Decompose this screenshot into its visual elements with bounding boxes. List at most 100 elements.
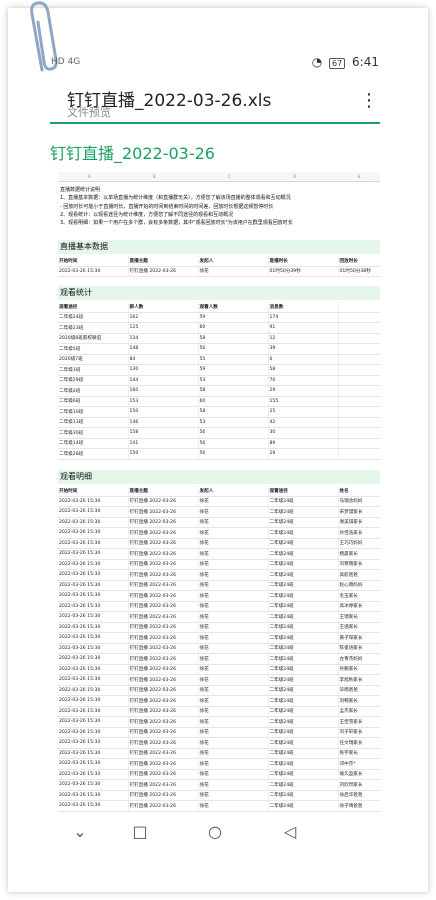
table-cell: 2022-03-26 15:30 <box>58 695 129 707</box>
table-cell: 2022-03-26 15:30 <box>58 601 129 612</box>
table-row: 2022-03-26 15:30 钉钉直播 2022-03-26 徐花 二年级24班孙… <box>58 664 380 675</box>
table-row: 二年级23班 125 60 91 <box>58 322 380 334</box>
table-cell: 150 <box>128 448 199 460</box>
table-row: 2022-03-26 15:30 钉钉直播 2022-03-26 徐花 二年级24班王… <box>58 622 380 633</box>
header-cell: 开始时间 <box>58 256 129 267</box>
table-cell: 二年级24班 <box>268 506 339 518</box>
table-cell: 二年级24班 <box>268 737 339 749</box>
back-triangle-icon[interactable]: ◁ <box>280 822 300 842</box>
table-cell <box>338 364 380 376</box>
col-letter: A <box>88 174 91 179</box>
table-row: 2022-03-26 15:30 钉钉直播 2022-03-26 徐花 二年级24班张… <box>58 748 380 759</box>
file-subtitle: 文件预览 <box>67 106 111 119</box>
table-cell <box>338 417 380 428</box>
table-cell: 91 <box>268 322 339 334</box>
table-row: 2022-03-26 15:30 钉钉直播 2022-03-26 徐花 二年级24班王… <box>58 611 380 623</box>
table-cell: 徐花 <box>198 632 269 644</box>
table-cell: 146 <box>128 417 199 428</box>
table-cell: 二年级24班 <box>268 580 339 591</box>
table-cell: 徐花 <box>198 706 269 717</box>
table-cell: 徐花 <box>198 517 269 528</box>
table-cell: 53 <box>198 375 269 386</box>
table-cell: 2022-03-26 15:30 <box>58 527 129 539</box>
table-cell: 徐花 <box>198 527 269 539</box>
table-cell: 徐花 <box>198 559 269 570</box>
table-cell: 王瑞家长 <box>338 611 380 623</box>
recents-square-icon[interactable]: □ <box>130 822 150 842</box>
table-cell: 王涵家长 <box>338 622 380 633</box>
table-cell: 二年级24班 <box>268 779 339 791</box>
table-cell: 高航爸爸 <box>338 569 380 581</box>
table-cell: 徐花 <box>198 590 269 602</box>
header-cell: 直播时长 <box>268 256 339 267</box>
table-row: 二年级10班 150 58 25 <box>58 406 380 418</box>
note-line: - 回放时长可能小于直播时长，直播开始的时间到结束时间的时间差，回放时长根据这频… <box>60 203 274 210</box>
table-cell: 2022-03-26 15:30 <box>58 569 129 581</box>
status-right: ◔ 67 6:41 <box>312 55 379 69</box>
table-cell: 二年级24班 <box>268 590 339 602</box>
chevron-down-icon[interactable]: ⌄ <box>70 822 90 842</box>
table-cell: 二年级24班 <box>268 800 339 812</box>
table-cell: 杨晨家长 <box>338 548 380 560</box>
spreadsheet-preview[interactable]: A B C D E 直播数据统计说明 1、直播基本数据：以单场直播为统计维度（和… <box>58 172 380 822</box>
home-circle-icon[interactable]: ○ <box>205 822 225 842</box>
table-cell <box>338 427 380 439</box>
table-row: 2022-03-26 15:30 钉钉直播 2022-03-26 徐花 二年级24班谢… <box>58 517 380 528</box>
table-cell: 56 <box>198 438 269 449</box>
table-cell: 2022-03-26 15:30 <box>58 632 129 644</box>
table-cell: 徐花 <box>198 496 269 507</box>
table-cell: 二年级24班 <box>268 569 339 581</box>
header-cell: 观看途径 <box>268 486 339 497</box>
table-cell: 58 <box>198 333 269 344</box>
table-cell: 钉钉直播 2022-03-26 <box>128 611 199 623</box>
table-row: 2022-03-26 15:30 钉钉直播 2022-03-26 徐花 二年级24班王… <box>58 716 380 728</box>
table-cell <box>338 375 380 386</box>
table-cell: 155 <box>268 396 339 407</box>
header-cell: 消息数 <box>268 302 339 313</box>
table-cell: 39 <box>268 343 339 355</box>
table-row: 2022-03-26 15:30 钉钉直播 2022-03-26 徐花 二年级24班高… <box>58 569 380 581</box>
table-cell: 钉钉直播 2022-03-26 <box>128 790 199 801</box>
table-row: 2022-03-26 15:30 钉钉直播 2022-03-26 徐花 二年级24班李… <box>58 674 380 686</box>
note-line: 3、观看明细：如果一个用户在多个群，会有多条数据，其中"观看回放时长"为该用户在… <box>60 220 293 227</box>
table-cell: 李旭秋家长 <box>338 674 380 686</box>
section-title-basic: 直播基本数据 <box>58 240 380 254</box>
table-cell: 2022-03-26 15:30 <box>58 538 129 549</box>
more-menu-icon[interactable]: ⋮ <box>360 90 379 111</box>
column-header-row: A B C D E <box>58 172 380 182</box>
table-row: 二年级13班 146 53 42 <box>58 417 380 428</box>
table-cell: 二年级24班 <box>58 312 129 323</box>
table-cell: 60 <box>198 396 269 407</box>
table-cell: 徐花 <box>198 266 269 277</box>
table-cell: 钉钉直播 2022-03-26 <box>128 548 199 560</box>
table-cell: 30 <box>268 427 339 439</box>
table-cell: 2022-03-26 15:30 <box>58 706 129 717</box>
table-cell: 12 <box>268 333 339 344</box>
table-cell: 徐花 <box>198 601 269 612</box>
note-line: 直播数据统计说明 <box>60 187 101 193</box>
battery-icon: 67 <box>329 58 346 69</box>
table-cell: 钉钉直播 2022-03-26 <box>128 622 199 633</box>
table-row: 2022-03-26 15:30 钉钉直播 2022-03-26 徐花 二年级24班刘… <box>58 779 380 791</box>
table-cell: 钉钉直播 2022-03-26 <box>128 559 199 570</box>
table-cell: 二年级24班 <box>268 769 339 780</box>
view-detail-table: 开始时间 直播主题 发起人 观看途径 姓名 2022-03-26 15:30 钉钉直播 20… <box>58 486 380 812</box>
table-cell: 2022-03-26 15:30 <box>58 517 129 528</box>
table-cell: 144 <box>128 375 199 386</box>
table-row: 2022-03-26 15:30 钉钉直播 2022-03-26 徐花 二年级24班宋… <box>58 506 380 518</box>
table-cell: 二年级24班 <box>268 601 339 612</box>
table-cell: 宋梦漫家长 <box>338 506 380 518</box>
basic-data-table: 开始时间 直播主题 发起人 直播时长 回放时长 2022-03-26 15:30… <box>58 256 380 277</box>
table-cell: 150 <box>128 406 199 418</box>
table-cell: 58 <box>268 364 339 376</box>
table-cell: 2022-03-26 15:30 <box>58 800 129 812</box>
table-cell: 70 <box>268 375 339 386</box>
table-cell: 钉钉直播 2022-03-26 <box>128 569 199 581</box>
table-row: 2022-03-26 15:30 钉钉直播 2022-03-26 徐花 二年级24班孙… <box>58 527 380 539</box>
table-cell: 01时50分38秒 <box>338 266 380 277</box>
table-cell: 二年级24班 <box>268 664 339 675</box>
table-cell: 钉钉直播 2022-03-26 <box>128 527 199 539</box>
table-cell: 二年级24班 <box>268 748 339 759</box>
table-cell <box>338 385 380 397</box>
view-stats-table: 观看途径 群人数 观看人数 消息数 二年级24班 162 59 174 二年级23班 125 60 9… <box>58 302 380 460</box>
